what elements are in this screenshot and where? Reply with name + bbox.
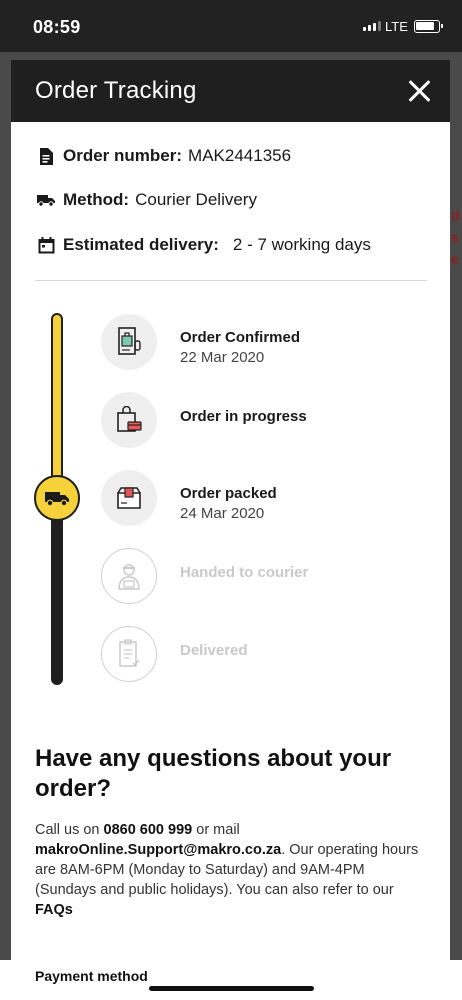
close-button[interactable] [406,78,432,104]
step-title: Order in progress [180,408,307,425]
watermark-board: BOARD [242,954,328,979]
mail-text: or mail [196,822,240,838]
courier-icon [101,548,157,604]
network-label: LTE [385,19,408,34]
shopping-bag-icon [101,392,157,448]
step-title: Delivered [180,642,248,659]
battery-icon [414,20,443,33]
step-date: 22 Mar 2020 [180,349,265,366]
estimated-delivery-label: Estimated delivery: [63,235,219,254]
method-row: Method: Courier Delivery [37,190,257,210]
faqs-link[interactable]: FAQs [35,902,73,918]
step-title: Order packed [180,485,277,502]
step-title: Order Confirmed [180,329,301,346]
package-icon [101,470,157,526]
watermark-top: RESOLVING [244,936,320,947]
modal-header: Order Tracking [11,60,450,122]
watermark-shield-icon [200,940,234,978]
watermark-logo: RESOLVING BOARD SINCE 2004 [200,936,420,982]
home-indicator[interactable] [149,986,314,991]
step-title: Handed to courier [180,564,309,581]
step-order-confirmed: Order Confirmed 22 Mar 2020 [101,314,431,370]
estimated-delivery-row: Estimated delivery: 2 - 7 working days [37,235,371,255]
order-number-value: MAK2441356 [188,146,292,165]
delivery-note-icon [101,626,157,682]
status-bar: 08:59 LTE [0,0,462,52]
phone-link[interactable]: 0860 600 999 [104,822,193,838]
receipt-icon [101,314,157,370]
method-label: Method: [63,190,130,209]
step-date: 24 Mar 2020 [180,505,265,522]
truck-icon [45,492,69,507]
status-time: 08:59 [33,17,81,37]
order-number-label: Order number: [63,146,183,165]
questions-heading: Have any questions about your order? [35,745,392,802]
questions-body: Call us on 0860 600 999 or mail makroOnl… [35,820,425,920]
divider [35,280,427,281]
order-number-row: Order number: MAK2441356 [37,146,291,166]
order-tracking-modal: Order Tracking Order number: MAK2441356 … [11,60,450,960]
step-order-packed: Order packed 24 Mar 2020 [101,470,431,526]
truck-icon [37,191,55,209]
estimated-delivery-value: 2 - 7 working days [232,235,371,254]
call-text: Call us on [35,822,100,838]
step-handed-to-courier: Handed to courier [101,548,431,604]
progress-fill [53,315,61,492]
calendar-icon [37,236,55,254]
progress-truck-indicator [34,475,80,521]
method-value: Courier Delivery [135,190,257,209]
email-link[interactable]: makroOnline.Support@makro.co.za [35,842,281,858]
signal-icon [363,21,381,31]
modal-title: Order Tracking [35,77,197,104]
payment-method-label: Payment method [35,968,148,984]
watermark-since: SINCE 2004 [336,954,407,965]
step-delivered: Delivered [101,626,431,682]
step-order-in-progress: Order in progress [101,392,431,448]
document-icon [37,147,55,165]
